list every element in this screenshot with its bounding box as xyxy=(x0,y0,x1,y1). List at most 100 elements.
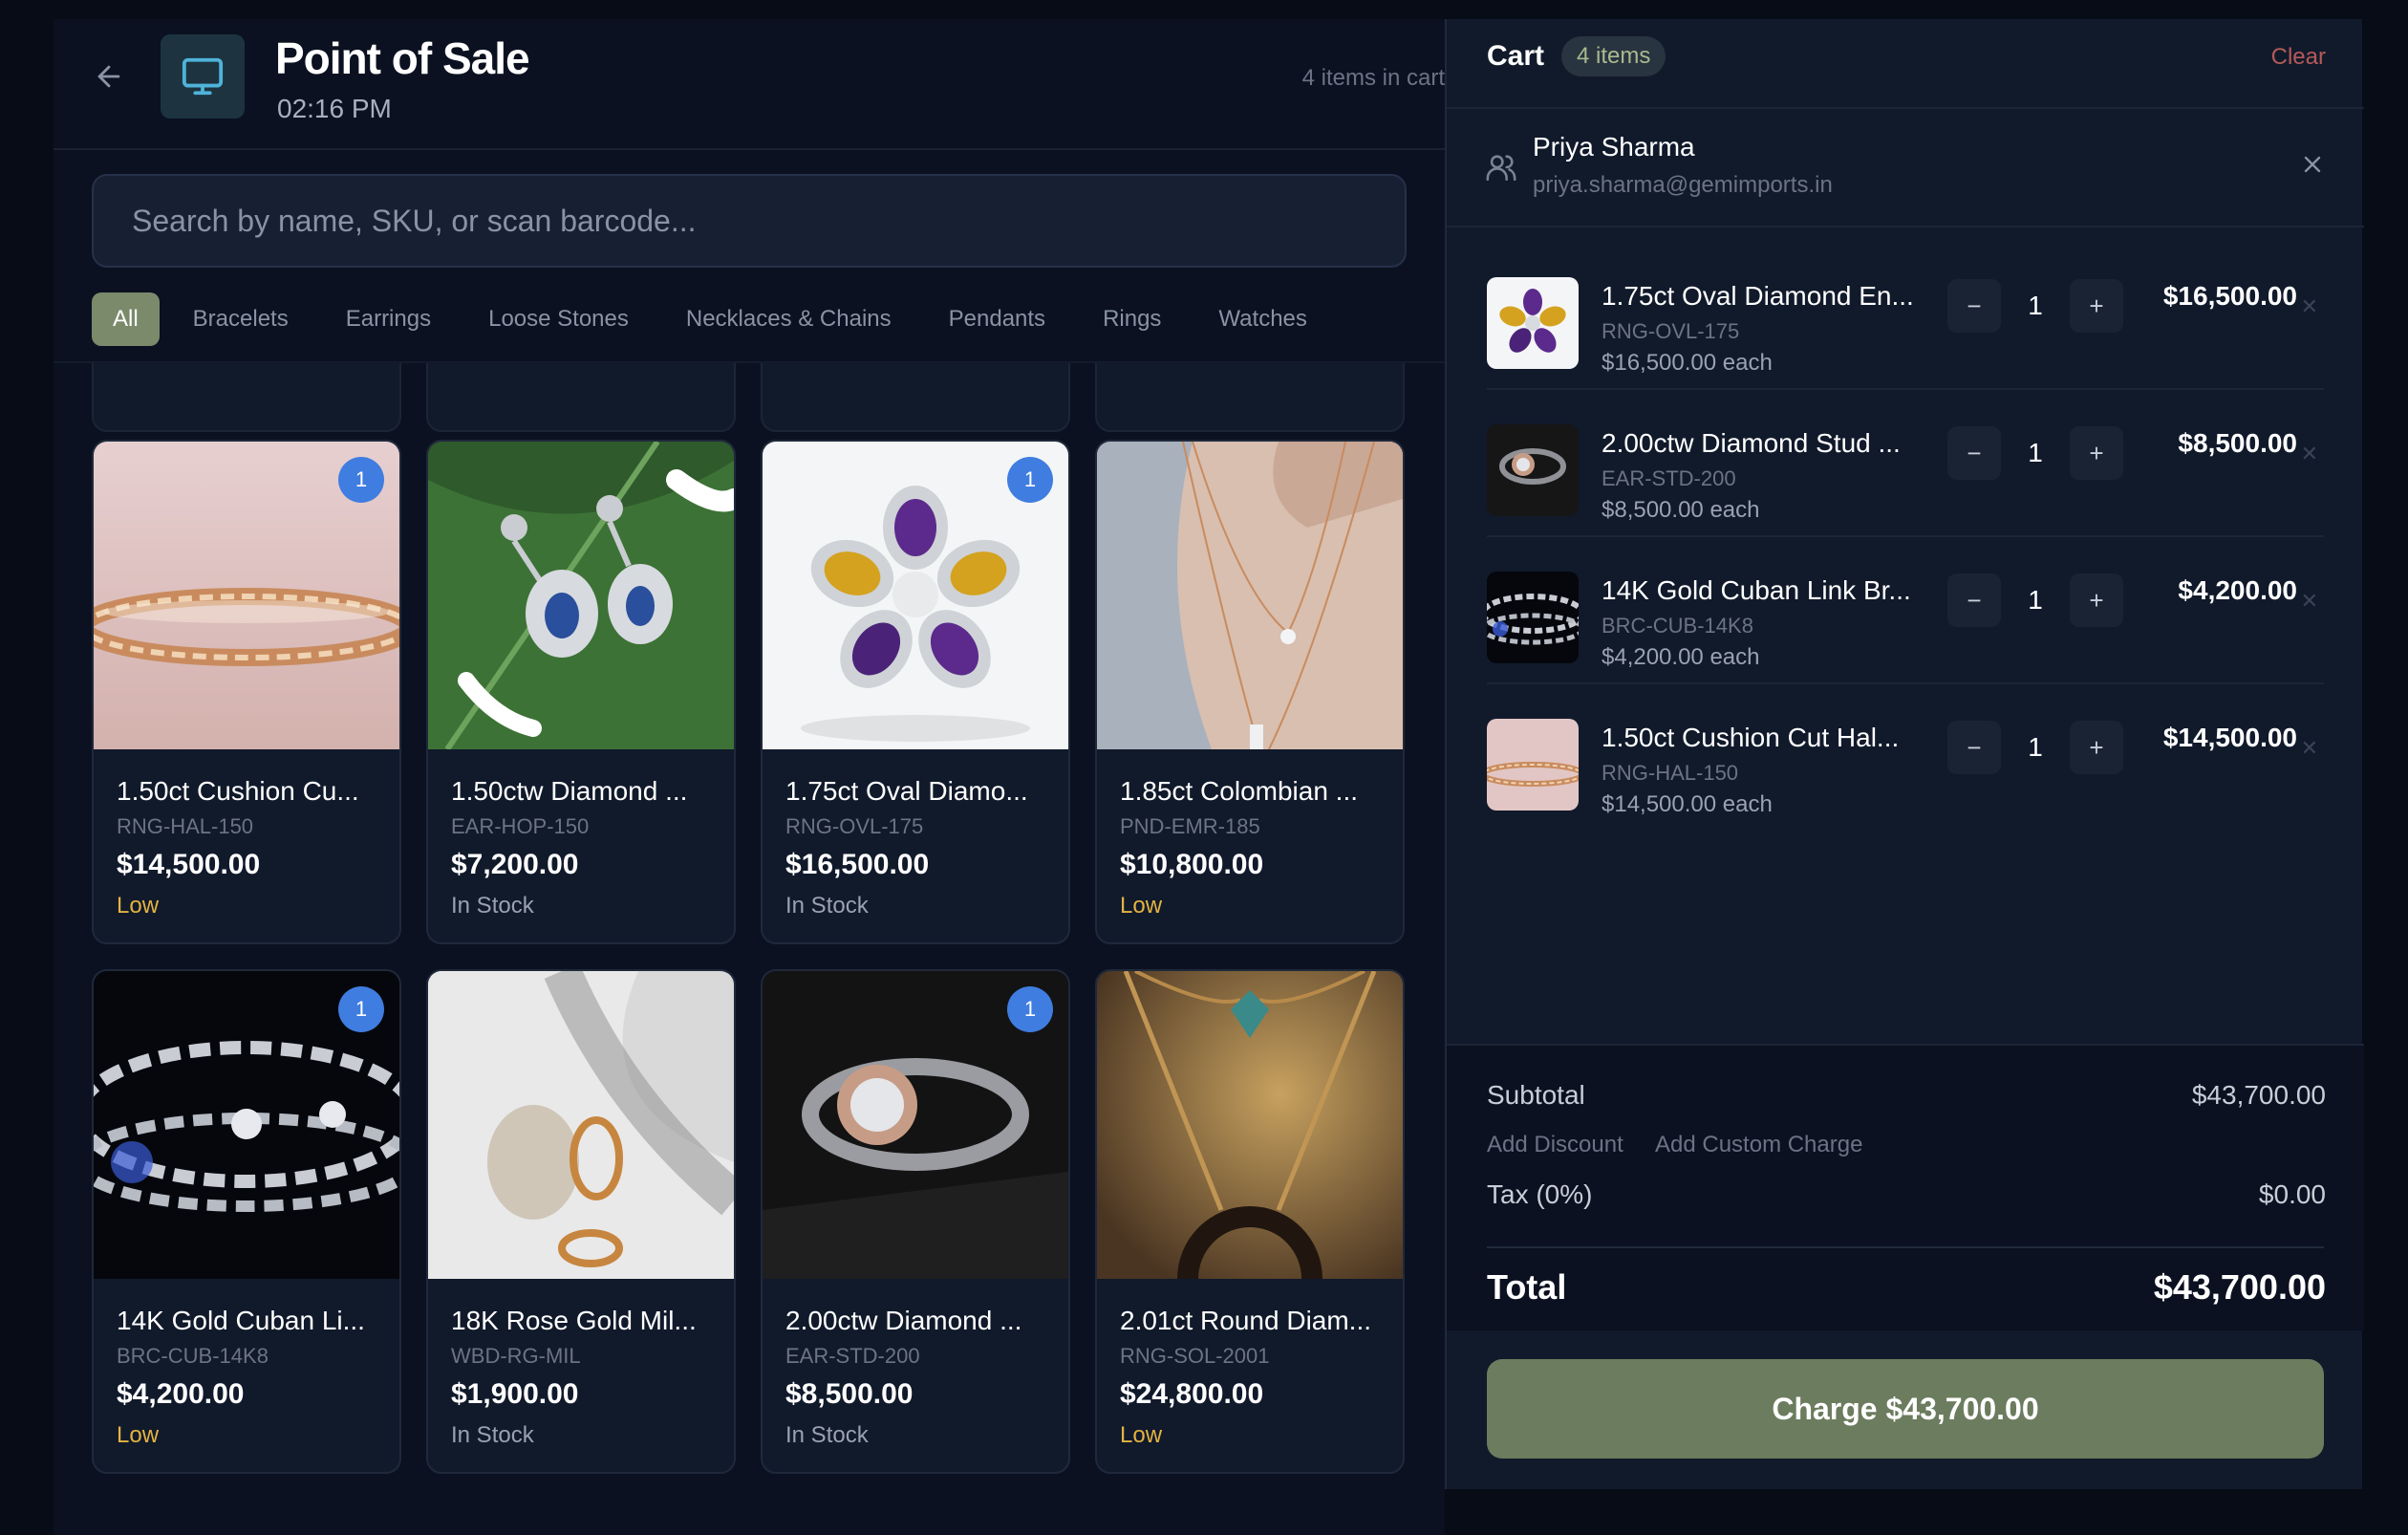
product-card-partial[interactable] xyxy=(761,363,1070,432)
total-value: $43,700.00 xyxy=(2153,1267,2326,1307)
category-tab-pendants[interactable]: Pendants xyxy=(925,292,1069,346)
cart-title: Cart xyxy=(1487,40,1545,72)
product-sku: RNG-OVL-175 xyxy=(785,814,924,838)
product-sku: PND-EMR-185 xyxy=(1120,814,1260,838)
product-price: $10,800.00 xyxy=(1120,849,1264,880)
category-tab-loose-stones[interactable]: Loose Stones xyxy=(464,292,653,346)
product-price: $1,900.00 xyxy=(451,1378,579,1410)
category-tab-watches[interactable]: Watches xyxy=(1194,292,1330,346)
product-price: $8,500.00 xyxy=(785,1378,914,1410)
product-sku: RNG-SOL-2001 xyxy=(1120,1344,1270,1368)
product-name: 1.50ctw Diamond ... xyxy=(451,776,688,806)
product-name: 18K Rose Gold Mil... xyxy=(451,1306,697,1335)
line-item-name: 2.00ctw Diamond Stud ... xyxy=(1602,428,1901,458)
product-price: $7,200.00 xyxy=(451,849,579,880)
search-input[interactable] xyxy=(92,174,1407,268)
monitor-icon xyxy=(161,34,245,119)
total-label: Total xyxy=(1487,1267,1567,1307)
line-item-thumbnail xyxy=(1487,277,1579,369)
add-custom-charge-link[interactable]: Add Custom Charge xyxy=(1655,1132,1862,1158)
product-card-partial[interactable] xyxy=(1095,363,1405,432)
product-card-partial[interactable] xyxy=(426,363,736,432)
product-image xyxy=(1097,971,1403,1279)
current-time: 02:16 PM xyxy=(277,94,392,123)
arrow-left-icon xyxy=(97,65,120,88)
line-item-thumbnail xyxy=(1487,572,1579,663)
stock-status: Low xyxy=(117,1422,160,1448)
decrease-quantity-button[interactable]: − xyxy=(1947,426,2001,480)
tax-value: $0.00 xyxy=(2258,1179,2326,1209)
product-price: $14,500.00 xyxy=(117,849,261,880)
product-card[interactable]: 1.85ct Colombian ... PND-EMR-185 $10,800… xyxy=(1095,440,1405,944)
category-tab-necklaces-chains[interactable]: Necklaces & Chains xyxy=(662,292,915,346)
line-item-total: $14,500.00 xyxy=(2162,723,2297,752)
product-card[interactable]: 18K Rose Gold Mil... WBD-RG-MIL $1,900.0… xyxy=(426,969,736,1474)
product-name: 1.75ct Oval Diamo... xyxy=(785,776,1028,806)
back-button[interactable] xyxy=(90,57,128,96)
category-tab-bracelets[interactable]: Bracelets xyxy=(169,292,312,346)
increase-quantity-button[interactable]: + xyxy=(2070,279,2123,333)
line-item-quantity: 1 xyxy=(2028,585,2043,615)
line-item-thumbnail xyxy=(1487,719,1579,811)
product-card[interactable]: 1 14K Gold Cuban Li... BRC-CUB-14K8 $4,2… xyxy=(92,969,401,1474)
customer-section[interactable]: Priya Sharma priya.sharma@gemimports.in xyxy=(1447,109,2364,227)
charge-button[interactable]: Charge $43,700.00 xyxy=(1487,1359,2324,1459)
stock-status: In Stock xyxy=(785,893,869,919)
increase-quantity-button[interactable]: + xyxy=(2070,573,2123,627)
category-tab-all[interactable]: All xyxy=(92,292,160,346)
stock-status: In Stock xyxy=(451,1422,534,1448)
decrease-quantity-button[interactable]: − xyxy=(1947,721,2001,774)
category-tab-earrings[interactable]: Earrings xyxy=(322,292,455,346)
line-item-quantity: 1 xyxy=(2028,291,2043,320)
line-item-sku: BRC-CUB-14K8 xyxy=(1602,614,1753,638)
category-tab-rings[interactable]: Rings xyxy=(1079,292,1185,346)
product-card[interactable]: 1 1.75ct Oval Diamo... RNG-OVL-175 $16,5… xyxy=(761,440,1070,944)
cart-quantity-badge: 1 xyxy=(1007,457,1053,503)
decrease-quantity-button[interactable]: − xyxy=(1947,573,2001,627)
line-item-sku: EAR-STD-200 xyxy=(1602,466,1736,490)
line-item-unit-price: $8,500.00 each xyxy=(1602,497,1760,523)
product-card[interactable]: 2.01ct Round Diam... RNG-SOL-2001 $24,80… xyxy=(1095,969,1405,1474)
product-card[interactable]: 1 2.00ctw Diamond ... EAR-STD-200 $8,500… xyxy=(761,969,1070,1474)
cart-count-badge: 4 items xyxy=(1561,36,1666,76)
cart-quantity-badge: 1 xyxy=(338,986,384,1032)
line-item-total: $4,200.00 xyxy=(2178,575,2297,605)
cart-line-item: 2.00ctw Diamond Stud ... EAR-STD-200 $8,… xyxy=(1487,390,2324,537)
product-image xyxy=(428,442,734,749)
remove-item-icon[interactable]: ✕ xyxy=(2301,442,2318,466)
decrease-quantity-button[interactable]: − xyxy=(1947,279,2001,333)
product-card[interactable]: 1.50ctw Diamond ... EAR-HOP-150 $7,200.0… xyxy=(426,440,736,944)
product-price: $4,200.00 xyxy=(117,1378,245,1410)
subtotal-label: Subtotal xyxy=(1487,1080,1585,1110)
line-item-unit-price: $14,500.00 each xyxy=(1602,791,1773,817)
increase-quantity-button[interactable]: + xyxy=(2070,426,2123,480)
page-title: Point of Sale xyxy=(275,33,530,83)
subtotal-value: $43,700.00 xyxy=(2191,1080,2326,1110)
cart-quantity-badge: 1 xyxy=(1007,986,1053,1032)
divider xyxy=(1487,1246,2324,1248)
line-item-unit-price: $16,500.00 each xyxy=(1602,350,1773,376)
order-summary: Subtotal $43,700.00 Add Discount Add Cus… xyxy=(1447,1044,2364,1330)
remove-item-icon[interactable]: ✕ xyxy=(2301,294,2318,319)
items-in-cart-count: 4 items in cart xyxy=(1301,65,1445,91)
line-item-total: $16,500.00 xyxy=(2162,281,2297,311)
line-item-unit-price: $4,200.00 each xyxy=(1602,644,1760,670)
cart-panel: Cart 4 items Clear Priya Sharma priya.sh… xyxy=(1445,19,2364,1489)
cart-line-item: 1.50ct Cushion Cut Hal... RNG-HAL-150 $1… xyxy=(1487,684,2324,832)
clear-cart-button[interactable]: Clear xyxy=(2271,44,2326,71)
product-image xyxy=(428,971,734,1279)
line-item-sku: RNG-HAL-150 xyxy=(1602,761,1739,785)
product-card-partial[interactable] xyxy=(92,363,401,432)
close-icon[interactable] xyxy=(2299,151,2326,178)
add-discount-link[interactable]: Add Discount xyxy=(1487,1132,1623,1158)
increase-quantity-button[interactable]: + xyxy=(2070,721,2123,774)
remove-item-icon[interactable]: ✕ xyxy=(2301,589,2318,614)
stock-status: Low xyxy=(1120,893,1163,919)
product-card[interactable]: 1 1.50ct Cushion Cu... RNG-HAL-150 $14,5… xyxy=(92,440,401,944)
product-image xyxy=(1097,442,1403,749)
remove-item-icon[interactable]: ✕ xyxy=(2301,736,2318,761)
stock-status: Low xyxy=(117,893,160,919)
header: Point of Sale 02:16 PM 4 items in cart xyxy=(54,19,1445,150)
cart-quantity-badge: 1 xyxy=(338,457,384,503)
cart-line-item: 1.75ct Oval Diamond En... RNG-OVL-175 $1… xyxy=(1487,243,2324,390)
